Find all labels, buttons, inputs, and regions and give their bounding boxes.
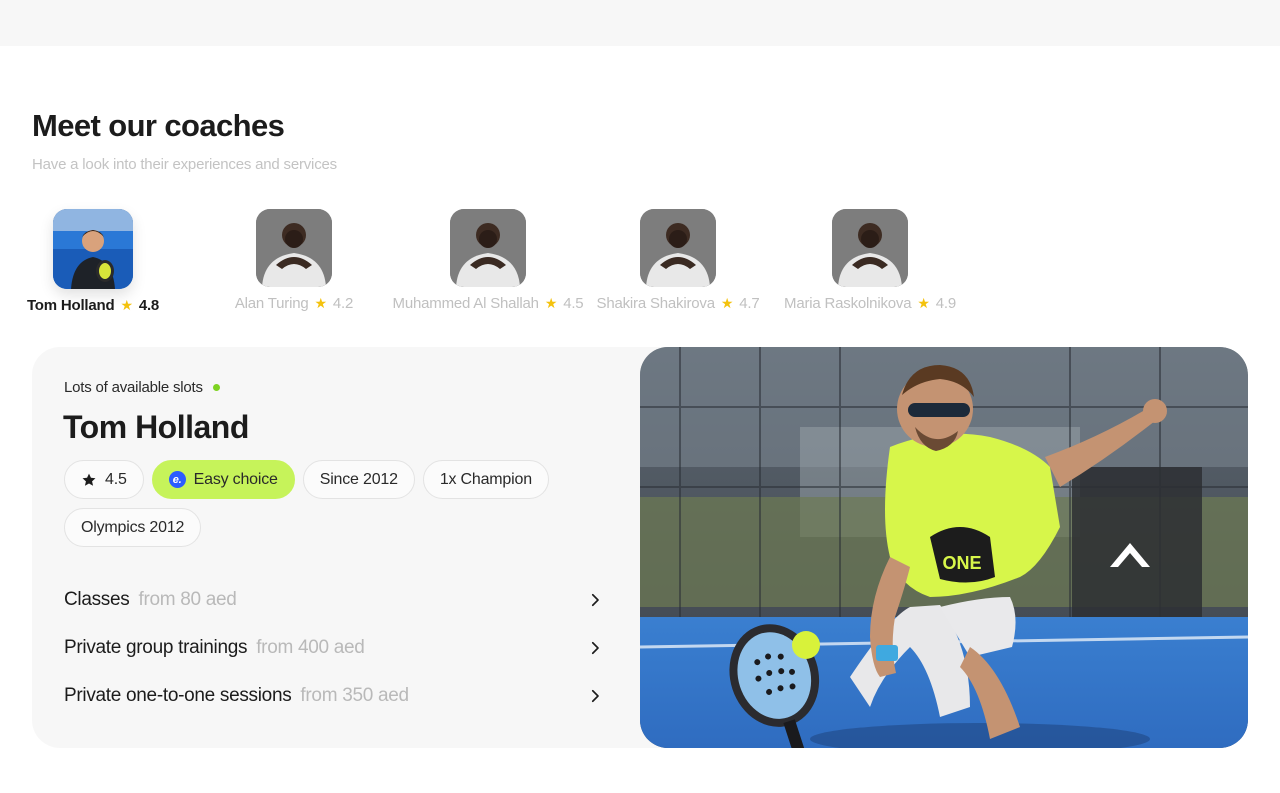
champion-label: 1x Champion <box>439 470 532 488</box>
top-bar <box>0 0 1280 46</box>
since-chip: Since 2012 <box>302 460 415 499</box>
coach-rating: 4.7 <box>739 295 760 312</box>
coach-rating: 4.5 <box>563 295 584 312</box>
coach-tags: 4.5 e. Easy choice Since 2012 1x Champio… <box>64 460 584 547</box>
easy-choice-chip: e. Easy choice <box>151 460 295 499</box>
coach-item-muhammed-al-shallah[interactable]: Muhammed Al Shallah ★ 4.5 <box>390 209 586 312</box>
star-icon: ★ <box>917 295 930 311</box>
coach-rating: 4.2 <box>332 295 354 312</box>
star-icon: ★ <box>120 297 133 313</box>
champion-chip: 1x Champion <box>422 460 549 499</box>
service-title: Private one-to-one sessions <box>64 685 292 706</box>
service-row-one-to-one[interactable]: Private one-to-one sessions from 350 aed <box>64 681 604 711</box>
olympics-chip: Olympics 2012 <box>64 508 202 547</box>
avatar <box>53 209 133 289</box>
coach-detail-card: Lots of available slots Tom Holland 4.5 … <box>32 347 1248 748</box>
availability-status: Lots of available slots <box>64 379 220 396</box>
coach-name: Alan Turing <box>234 295 309 312</box>
star-icon: ★ <box>314 295 328 311</box>
coach-rating: 4.8 <box>138 297 160 314</box>
service-price: from 80 aed <box>138 589 237 610</box>
service-row-private-group[interactable]: Private group trainings from 400 aed <box>64 633 604 663</box>
easy-choice-badge-icon: e. <box>168 471 186 488</box>
coach-item-tom-holland[interactable]: Tom Holland ★ 4.8 <box>26 209 160 314</box>
availability-label: Lots of available slots <box>64 379 203 396</box>
status-dot-icon <box>212 384 220 391</box>
chevron-right-icon <box>591 689 599 703</box>
coach-item-maria-raskolnikova[interactable]: Maria Raskolnikova ★ 4.9 <box>784 209 956 312</box>
section-subtitle: Have a look into their experiences and s… <box>32 156 337 173</box>
olympics-label: Olympics 2012 <box>81 518 185 536</box>
section-title: Meet our coaches <box>32 108 285 143</box>
coach-rating: 4.9 <box>935 295 956 312</box>
service-price: from 350 aed <box>300 685 409 706</box>
avatar <box>450 209 526 287</box>
avatar <box>256 209 332 287</box>
chevron-right-icon <box>591 593 599 607</box>
star-icon: ★ <box>720 295 734 311</box>
since-label: Since 2012 <box>319 470 398 488</box>
coach-detail-info: Lots of available slots Tom Holland 4.5 … <box>32 347 640 748</box>
coach-name: Tom Holland <box>26 297 115 314</box>
svg-text:ONE: ONE <box>942 553 981 573</box>
avatar <box>640 209 716 287</box>
service-title: Classes <box>64 589 130 610</box>
star-icon <box>82 473 96 486</box>
star-icon: ★ <box>544 295 558 311</box>
coach-name: Shakira Shakirova <box>596 295 716 312</box>
service-title: Private group trainings <box>64 637 248 658</box>
coach-photo: ONE <box>640 347 1248 748</box>
coach-detail-name: Tom Holland <box>63 409 249 445</box>
rating-chip: 4.5 <box>64 460 144 499</box>
service-row-classes[interactable]: Classes from 80 aed <box>64 585 604 615</box>
coach-item-alan-turing[interactable]: Alan Turing ★ 4.2 <box>234 209 354 312</box>
service-price: from 400 aed <box>256 637 365 658</box>
avatar <box>832 209 908 287</box>
easy-choice-label: Easy choice <box>193 470 278 488</box>
chevron-right-icon <box>591 641 599 655</box>
rating-value: 4.5 <box>105 470 127 488</box>
coach-name: Muhammed Al Shallah <box>392 295 539 312</box>
coach-name: Maria Raskolnikova <box>784 295 912 312</box>
coach-item-shakira-shakirova[interactable]: Shakira Shakirova ★ 4.7 <box>596 209 760 312</box>
